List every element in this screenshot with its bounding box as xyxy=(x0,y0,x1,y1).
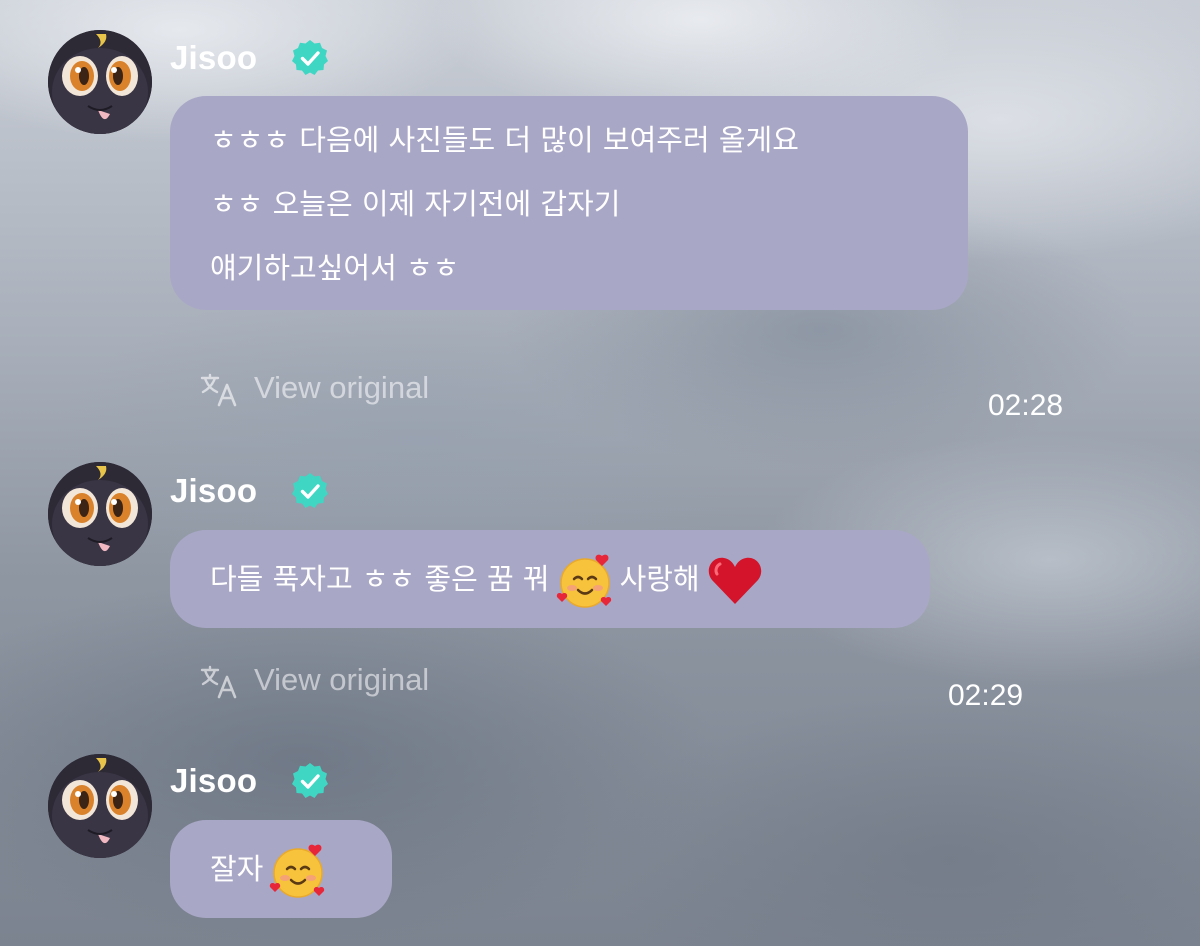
avatar[interactable] xyxy=(48,754,152,858)
red-heart-icon xyxy=(706,552,764,610)
sender-name: Jisoo xyxy=(170,39,258,76)
view-original-label: View original xyxy=(254,662,430,697)
avatar[interactable] xyxy=(48,30,152,134)
translate-icon xyxy=(200,665,238,699)
message-bubble[interactable]: ㅎㅎㅎ 다음에 사진들도 더 많이 보여주러 올게요 ㅎㅎ 오늘은 이제 자기전… xyxy=(170,96,968,310)
message-time: 02:28 xyxy=(988,389,1064,422)
verified-badge-icon xyxy=(290,471,330,511)
message-line: ㅎㅎ 오늘은 이제 자기전에 갑자기 xyxy=(210,187,621,221)
verified-badge-icon xyxy=(290,38,330,78)
verified-badge-icon xyxy=(290,761,330,801)
message-text: 다들 푹자고 ㅎㅎ 좋은 꿈 꿔 xyxy=(210,562,550,596)
message-bubble[interactable]: 잘자 xyxy=(170,820,392,918)
message-line: 얘기하고싶어서 ㅎㅎ xyxy=(210,251,460,285)
view-original-label: View original xyxy=(254,370,430,405)
message-text: 잘자 xyxy=(210,852,264,886)
view-original-link[interactable]: View original xyxy=(200,660,429,700)
message-line: 잘자 xyxy=(210,840,333,898)
message-line: 다들 푹자고 ㅎㅎ 좋은 꿈 꿔 사랑해 xyxy=(210,550,770,608)
smiling-face-with-hearts-icon xyxy=(269,842,327,900)
view-original-link[interactable]: View original xyxy=(200,368,429,408)
sender-name: Jisoo xyxy=(170,762,258,799)
translate-icon xyxy=(200,373,238,407)
sender-name: Jisoo xyxy=(170,472,258,509)
smiling-face-with-hearts-icon xyxy=(556,552,614,610)
message-text: 사랑해 xyxy=(619,562,700,596)
message-time: 02:29 xyxy=(948,679,1024,712)
avatar[interactable] xyxy=(48,462,152,566)
message-bubble[interactable]: 다들 푹자고 ㅎㅎ 좋은 꿈 꿔 사랑해 xyxy=(170,530,930,628)
message-line: ㅎㅎㅎ 다음에 사진들도 더 많이 보여주러 올게요 xyxy=(210,123,799,157)
